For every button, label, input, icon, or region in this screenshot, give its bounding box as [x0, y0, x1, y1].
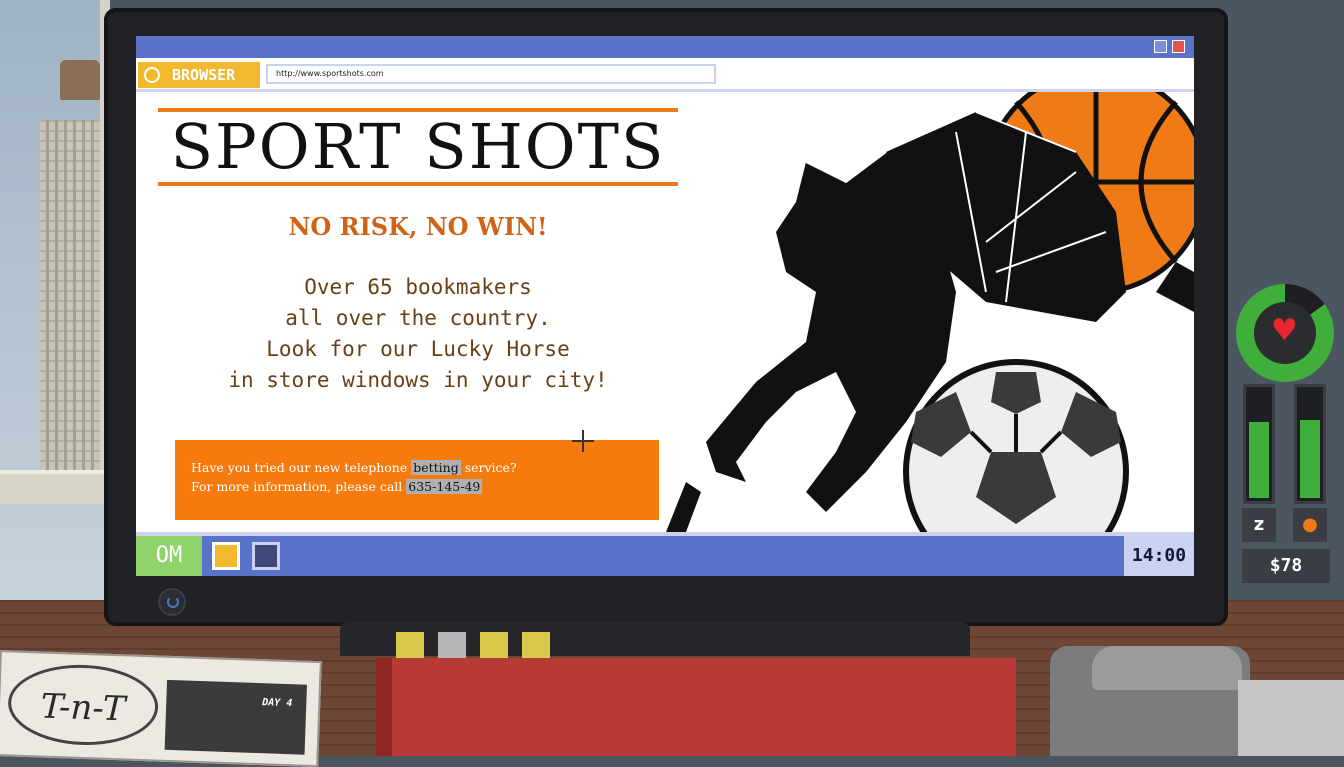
- monitor-button-1[interactable]: [396, 632, 424, 658]
- web-page: SPORT SHOTS NO RISK, NO WIN! Over 65 boo…: [136, 92, 1194, 532]
- browser-taskbar-icon[interactable]: [212, 542, 240, 570]
- page-title: SPORT SHOTS: [170, 110, 666, 183]
- promo-line1-text: Have you tried our new telephone: [191, 460, 412, 475]
- newspaper-logo: T-n-T: [6, 662, 160, 748]
- monitor-button-4[interactable]: [522, 632, 550, 658]
- window-sill: [0, 470, 118, 504]
- sleep-meter-fill: [1249, 422, 1269, 498]
- sleep-icon: z: [1242, 508, 1276, 542]
- soccer-ball-icon: [903, 359, 1129, 532]
- minimize-button[interactable]: [1154, 40, 1167, 53]
- window-frame: [0, 0, 110, 500]
- taskbar: OM 14:00: [136, 532, 1194, 576]
- url-input[interactable]: http://www.sportshots.com: [266, 64, 716, 84]
- close-button[interactable]: [1172, 40, 1185, 53]
- hunger-meter: [1294, 384, 1326, 504]
- newspaper-day: DAY 4: [262, 697, 293, 710]
- newspaper[interactable]: T-n-T DAY 4: [0, 650, 322, 767]
- monitor-button-3[interactable]: [480, 632, 508, 658]
- drumstick-icon: ●: [1293, 508, 1327, 542]
- money-display: $78: [1242, 549, 1330, 583]
- promo-line2-text: For more information, please call: [191, 479, 407, 494]
- window-view: [0, 0, 118, 620]
- browser-tab-label: BROWSER: [172, 66, 236, 84]
- promo-line1-end: service?: [460, 460, 517, 475]
- telephone-keypad[interactable]: [1238, 680, 1344, 756]
- address-bar: BROWSER http://www.sportshots.com: [136, 58, 1194, 92]
- notebook[interactable]: [376, 658, 1016, 756]
- description-line: in store windows in your city!: [228, 368, 608, 392]
- crosshair-cursor-icon: [572, 430, 594, 452]
- telephone-handset[interactable]: [1092, 646, 1242, 690]
- title-bar: [136, 36, 1194, 58]
- promo-box: Have you tried our new telephone betting…: [175, 440, 659, 520]
- screen: BROWSER http://www.sportshots.com SPORT …: [136, 36, 1194, 576]
- promo-text: Have you tried our new telephone betting…: [191, 458, 517, 496]
- start-button[interactable]: OM: [136, 536, 202, 576]
- heart-icon: ♥: [1271, 313, 1298, 348]
- description-line: all over the country.: [285, 306, 551, 330]
- description-line: Over 65 bookmakers: [304, 275, 532, 299]
- description-line: Look for our Lucky Horse: [266, 337, 570, 361]
- monitor-stand: [340, 622, 970, 656]
- browser-logo-icon: [144, 67, 160, 83]
- hero-artwork: [666, 92, 1194, 532]
- description: Over 65 bookmakers all over the country.…: [158, 272, 678, 396]
- health-ring: ♥: [1236, 284, 1334, 382]
- hunger-meter-fill: [1300, 420, 1320, 498]
- sleep-meter: [1243, 384, 1275, 504]
- horse-tail-icon: [666, 482, 701, 532]
- title-rule-bottom: [158, 182, 678, 186]
- power-button[interactable]: [158, 588, 186, 616]
- monitor-button-2[interactable]: [438, 632, 466, 658]
- browser-tab[interactable]: BROWSER: [138, 62, 260, 88]
- app-taskbar-icon[interactable]: [252, 542, 280, 570]
- phone-number[interactable]: 635-145-49: [406, 479, 483, 494]
- slogan: NO RISK, NO WIN!: [288, 212, 548, 241]
- clock: 14:00: [1124, 536, 1194, 576]
- betting-keyword[interactable]: betting: [411, 460, 461, 475]
